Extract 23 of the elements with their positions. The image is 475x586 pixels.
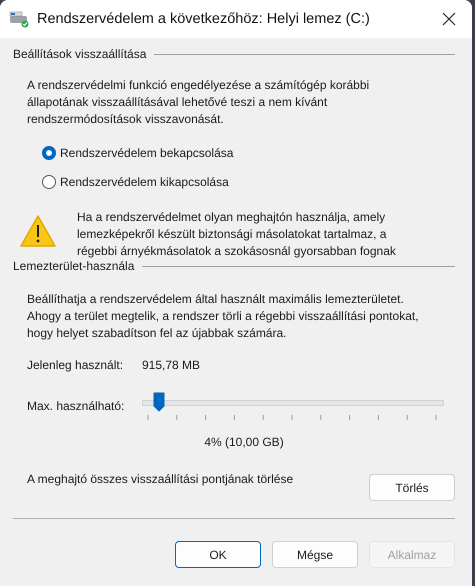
delete-button[interactable]: Törlés	[369, 474, 455, 501]
max-usage-reading: 4% (10,00 GB)	[204, 435, 284, 449]
window-title: Rendszervédelem a következőhöz: Helyi lemez (C:)	[37, 11, 371, 27]
dialog-button[interactable]: OK	[175, 541, 261, 568]
radio-option[interactable]: Rendszervédelem kikapcsolása	[42, 174, 455, 190]
radio-button[interactable]	[42, 175, 56, 189]
group-heading: Beállítások visszaállítása	[13, 47, 146, 61]
current-usage-value: 915,78 MB	[142, 358, 200, 374]
radio-option[interactable]: Rendszervédelem bekapcsolása	[42, 145, 455, 161]
current-usage-label: Jelenleg használt:	[27, 358, 124, 374]
group-heading: Lemezterület-használa	[13, 259, 134, 273]
dialog-button[interactable]: Mégse	[272, 541, 358, 568]
radio-button[interactable]	[42, 146, 56, 160]
warning-icon	[19, 214, 57, 248]
description-text: Beállíthatja a rendszervédelem által használt maximális lemezterületet. Ahogy a terület megtelik, a rendszer törli a régebbi visszaállítási pontokat, hogy helyet szabadítson fel az újabbak számára.	[26, 291, 420, 342]
warning-text: Ha a rendszervédelmet olyan meghajtón használja, amely lemezképekről készült biztonsági másolatokat tartalmaz, a régebbi árnyékmásolatok a szokásosnál gyorsabban fognak	[77, 209, 397, 257]
close-icon[interactable]	[442, 12, 456, 26]
drive-icon	[9, 10, 31, 28]
max-usage-slider[interactable]	[142, 391, 444, 421]
description-text: A rendszervédelmi funkció engedélyezése a számítógép korábbi állapotának visszaállításával lehetővé teszi a nem kívánt rendszermódosítások visszavonását.	[26, 77, 370, 128]
max-usage-label: Max. használható:	[27, 399, 126, 413]
delete-label: A meghajtó összes visszaállítási pontjának törlése	[27, 472, 294, 486]
slider-thumb[interactable]	[153, 392, 166, 412]
